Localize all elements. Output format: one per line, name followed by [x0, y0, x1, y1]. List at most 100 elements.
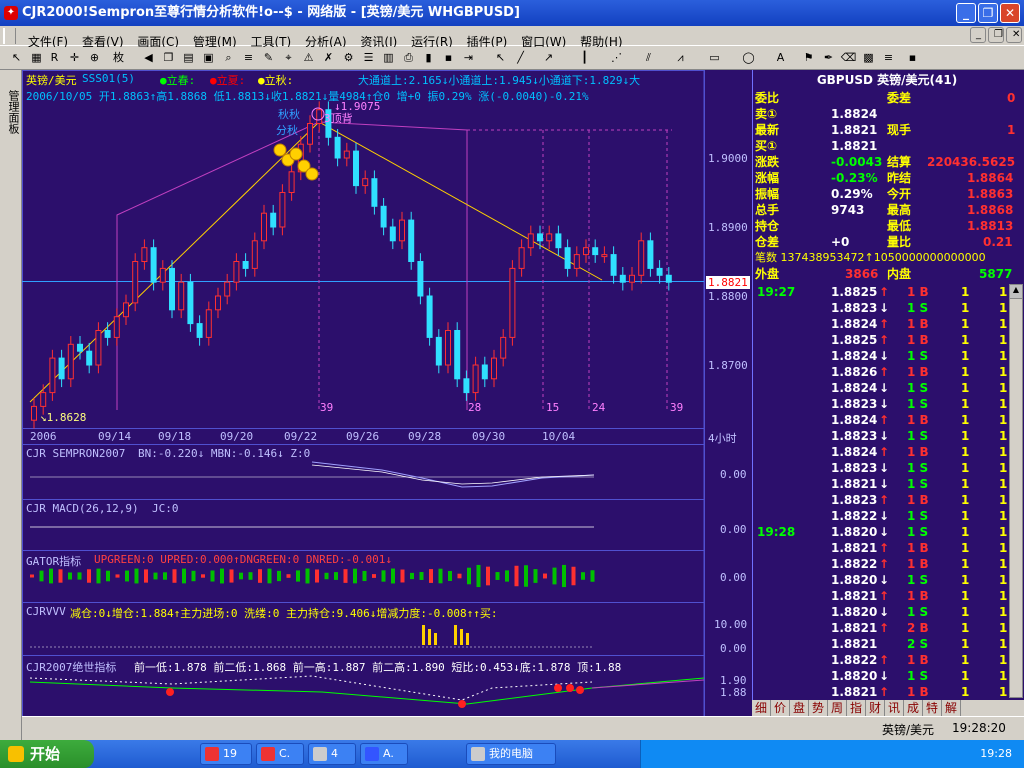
mdi-close-button[interactable]: ✕ [1006, 27, 1022, 43]
neipan-value: 5877 [979, 267, 1013, 281]
x-tick-5: 09/22 [284, 430, 318, 443]
tick-cell: 1 [999, 525, 1008, 539]
tab-finance[interactable]: 财 [866, 700, 885, 716]
tick-cell: 1 [961, 637, 970, 651]
flag-tool-icon[interactable]: ⚑ [800, 50, 817, 66]
chart-area[interactable]: 英镑/美元 SSS01(5) ●立春: ●立夏: ●立秋: 大通道上:2.165… [22, 70, 752, 740]
gear-icon[interactable]: ⚙ [340, 50, 357, 66]
alert-icon[interactable]: ⚠ [300, 50, 317, 66]
tick-cell: ↓ [879, 477, 890, 491]
tick-cell: 1 B [907, 413, 929, 427]
taskbar-btn-3-label: 4 [331, 747, 338, 760]
restore-button[interactable]: ❐ [978, 3, 998, 23]
channel-tool-icon[interactable]: ⫽ [640, 50, 657, 66]
arrow-left-icon[interactable]: ◀ [140, 50, 157, 66]
tradeline-icon[interactable]: 枚 [110, 50, 127, 66]
scroll-up-icon[interactable]: ▲ [1010, 285, 1022, 299]
analyze-icon[interactable]: ✎ [260, 50, 277, 66]
period-label[interactable]: 4小时 [708, 430, 737, 446]
save-drawing-icon[interactable]: ▪ [904, 50, 921, 66]
candle-body [159, 267, 166, 283]
text-tool-icon[interactable]: A [772, 50, 789, 66]
gator-bar [125, 570, 129, 582]
stack-icon[interactable]: ≡ [240, 50, 257, 66]
mdi-minimize-button[interactable]: _ [970, 27, 986, 43]
rsi-icon[interactable]: R [46, 50, 63, 66]
tick-cell: 1 [999, 285, 1008, 299]
tick-cell: 2 S [907, 637, 929, 651]
parallel-tool-icon[interactable]: ⩘ [672, 50, 689, 66]
search-icon[interactable]: ⌕ [220, 50, 237, 66]
delete-icon[interactable]: ✗ [320, 50, 337, 66]
taskbar-btn-4[interactable]: A. [360, 743, 408, 765]
tick-cell: 1 S [907, 509, 929, 523]
grid-icon[interactable]: ▤ [180, 50, 197, 66]
table-icon[interactable]: ▥ [380, 50, 397, 66]
save-icon[interactable]: ▪ [440, 50, 457, 66]
tick-cell: 1.8824 [831, 349, 878, 363]
tab-detail[interactable]: 细 [752, 700, 771, 716]
tick-cell: 1 [999, 493, 1008, 507]
marker-tool-icon[interactable]: ✒ [820, 50, 837, 66]
start-button[interactable]: 开始 [0, 740, 94, 768]
tab-volume[interactable]: 成 [904, 700, 923, 716]
copy-icon[interactable]: ❐ [160, 50, 177, 66]
zoom-icon[interactable]: ⊕ [86, 50, 103, 66]
close-button[interactable]: ✕ [1000, 3, 1020, 23]
window-icon [313, 747, 327, 761]
quote-value: 0.29% [831, 187, 873, 201]
quote-value: 1.8863 [967, 187, 1014, 201]
minimize-button[interactable]: _ [956, 3, 976, 23]
quote-row: 振幅 0.29% 今开 1.8863 [753, 186, 1021, 202]
chart-icon[interactable]: ▦ [28, 50, 45, 66]
tab-special[interactable]: 特 [923, 700, 942, 716]
pointer-icon[interactable]: ↖ [8, 50, 25, 66]
find-icon[interactable]: ⌖ [280, 50, 297, 66]
lines-tool-icon[interactable]: ≡ [880, 50, 897, 66]
rect-tool-icon[interactable]: ▭ [706, 50, 723, 66]
tick-scrollbar[interactable]: ▲ [1009, 284, 1023, 698]
exit-icon[interactable]: ⇥ [460, 50, 477, 66]
list-icon[interactable]: ☰ [360, 50, 377, 66]
tab-explain[interactable]: 解 [942, 700, 961, 716]
taskbar-btn-3[interactable]: 4 [308, 743, 356, 765]
taskbar-btn-2[interactable]: C. [256, 743, 304, 765]
color-tool-icon[interactable]: ▩ [860, 50, 877, 66]
tab-order[interactable]: 盘 [790, 700, 809, 716]
eraser-tool-icon[interactable]: ⌫ [840, 50, 857, 66]
tick-cell: 1.8821 [831, 477, 878, 491]
side-panel-label[interactable]: 管理面板 [3, 90, 20, 134]
print-icon[interactable]: ⎙ [400, 50, 417, 66]
tab-week[interactable]: 周 [828, 700, 847, 716]
neipan-label: 内盘 [887, 267, 912, 281]
select-tool-icon[interactable]: ↖ [492, 50, 509, 66]
chart-bar-icon[interactable]: ▮ [420, 50, 437, 66]
candle-body [417, 261, 424, 297]
gator-bar [381, 570, 386, 582]
fan-tool-icon[interactable]: ⋰ [608, 50, 625, 66]
quote-row: 最新 1.8821 现手 1 [753, 122, 1021, 138]
ellipse-tool-icon[interactable]: ◯ [740, 50, 757, 66]
gator-bar [562, 564, 566, 588]
tab-trend[interactable]: 势 [809, 700, 828, 716]
tick-row: 1.8825 ↑ 1 B 1 1 [753, 284, 1021, 300]
smiley-icon [289, 147, 303, 161]
gator-bar [429, 569, 433, 583]
tab-price[interactable]: 价 [771, 700, 790, 716]
tab-news[interactable]: 讯 [885, 700, 904, 716]
taskbar-btn-my-computer[interactable]: 我的电脑 [466, 743, 556, 765]
crosshair-icon[interactable]: ✛ [66, 50, 83, 66]
tick-cell: 1.8822 [831, 653, 878, 667]
calendar-icon[interactable]: ▣ [200, 50, 217, 66]
solar-term-2-text: 立夏: [216, 74, 246, 87]
mdi-restore-button[interactable]: ❐ [988, 27, 1004, 43]
tick-cell: 1 B [907, 685, 929, 699]
candle-body [527, 233, 534, 249]
line-tool-icon[interactable]: ╱ [512, 50, 529, 66]
taskbar-btn-1[interactable]: 19 [200, 743, 252, 765]
tab-index[interactable]: 指 [847, 700, 866, 716]
candle-body [58, 357, 65, 380]
tick-cell: 1 [961, 349, 970, 363]
ray-tool-icon[interactable]: ↗ [540, 50, 557, 66]
vline-tool-icon[interactable]: ┃ [576, 50, 593, 66]
